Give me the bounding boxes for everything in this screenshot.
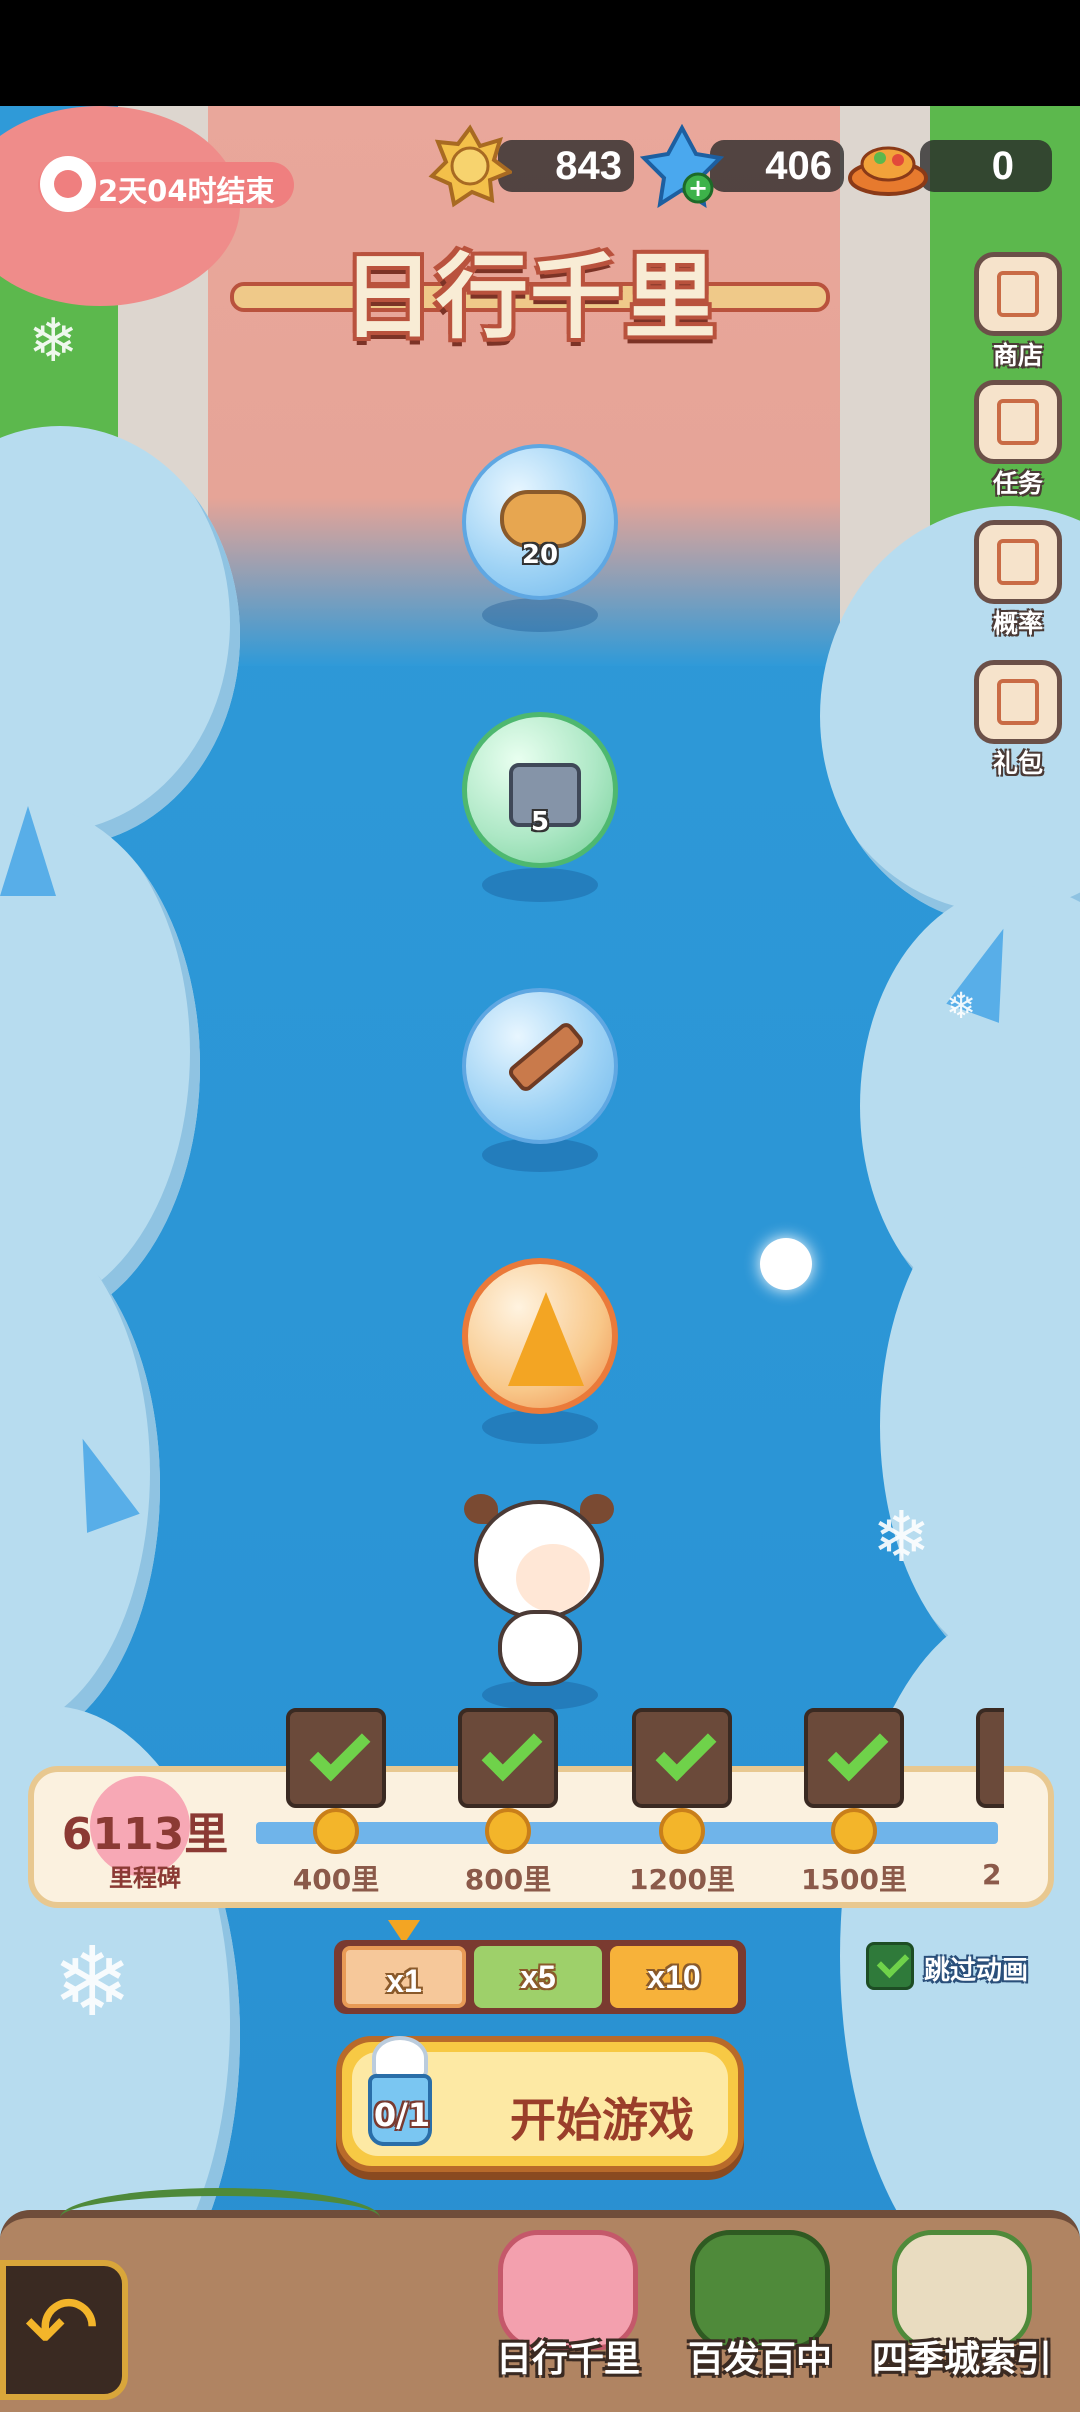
- bubble-shadow: [482, 1410, 598, 1444]
- multiplier-x1[interactable]: x1: [342, 1946, 466, 2008]
- multiplier-x5[interactable]: x5: [474, 1946, 602, 2008]
- currency-value: 843: [555, 144, 622, 188]
- currency-food[interactable]: 0: [920, 140, 1052, 192]
- nav-tab-sijicheng[interactable]: 四季城索引: [872, 2230, 1052, 2400]
- reward-bubble-chest[interactable]: 5: [462, 712, 618, 868]
- status-bar: [0, 0, 1080, 106]
- milestone-node-label: 1500里: [801, 1863, 907, 1896]
- nav-tab-rixingqianli[interactable]: 日行千里: [478, 2230, 658, 2400]
- currency-crystal[interactable]: 406: [710, 140, 844, 192]
- event-title: 日行千里: [341, 244, 718, 351]
- bubble-shadow: [482, 598, 598, 632]
- nav-tab-label: 四季城索引: [871, 2339, 1052, 2380]
- checkmark-icon: [481, 1720, 543, 1782]
- vine-decoration: [60, 2188, 380, 2248]
- milestone-node-label: 400里: [292, 1863, 380, 1896]
- side-menu-shop[interactable]: 商店: [970, 252, 1066, 372]
- ice-crystal: [0, 806, 56, 896]
- gift-pack-icon: [974, 660, 1062, 744]
- multiplier-x10[interactable]: x10: [610, 1946, 738, 2008]
- milestone-reward-400[interactable]: [286, 1708, 386, 1808]
- sheep-face: [516, 1544, 590, 1612]
- event-timer: 2天04时结束: [38, 156, 294, 212]
- task-icon: [974, 380, 1062, 464]
- skip-animation-label: 跳过动画: [924, 1956, 1029, 1986]
- milestone-label: 里程碑: [109, 1864, 181, 1892]
- milestone-node-label: 2: [982, 1858, 1002, 1891]
- side-menu-label: 商店: [992, 341, 1043, 370]
- blue-crystal-add-icon[interactable]: +: [639, 123, 725, 209]
- snowflake-icon: ❄: [52, 1926, 133, 2038]
- checkmark-icon: [309, 1720, 371, 1782]
- side-menu-label: 礼包: [992, 749, 1043, 778]
- side-menu-gift[interactable]: 礼包: [970, 660, 1066, 780]
- sheep-character: [464, 1494, 614, 1700]
- reward-bubble-dagger[interactable]: [462, 988, 618, 1144]
- ticket-count: 0/1: [373, 2096, 431, 2134]
- milestone-reward-next[interactable]: [976, 1708, 1004, 1808]
- skip-animation-toggle[interactable]: 跳过动画: [866, 1942, 1076, 1992]
- start-label: 开始游戏: [510, 2093, 694, 2147]
- milestone-node: [485, 1808, 531, 1854]
- checkmark-icon: [827, 1720, 889, 1782]
- bubble-shadow: [482, 868, 598, 902]
- side-menu-probability[interactable]: 概率: [970, 520, 1066, 640]
- golden-crystal-icon: [508, 1292, 584, 1386]
- side-menu-label: 概率: [992, 609, 1043, 638]
- glow-orb: [760, 1238, 812, 1290]
- milk-cup-ticket-icon: 0/1: [362, 2036, 438, 2146]
- reward-count: 5: [530, 807, 550, 837]
- milestone-node: [831, 1808, 877, 1854]
- checkbox[interactable]: [866, 1942, 914, 1990]
- gold-medal-icon: [428, 124, 515, 208]
- milestone-reward-1200[interactable]: [632, 1708, 732, 1808]
- milestone-node-label: 800里: [464, 1863, 552, 1896]
- snowflake-icon: ❄: [946, 986, 977, 1027]
- nav-tab-label: 百发百中: [687, 2339, 832, 2380]
- multiplier-selector: x1 x5 x10: [334, 1940, 746, 2014]
- food-dish-icon: [846, 124, 930, 208]
- probability-icon: [974, 520, 1062, 604]
- back-button[interactable]: [0, 2260, 128, 2400]
- milestone-reward-800[interactable]: [458, 1708, 558, 1808]
- snowflake-icon: ❄: [28, 306, 79, 376]
- milestone-distance: 6113里: [61, 1809, 229, 1860]
- milestone-track: [256, 1822, 998, 1844]
- side-menu-task[interactable]: 任务: [970, 380, 1066, 500]
- event-title-banner: 日行千里: [230, 238, 830, 358]
- svg-text:+: +: [688, 174, 708, 202]
- milestone-badge: 6113里 里程碑: [60, 1776, 228, 1896]
- currency-value: 406: [765, 144, 832, 188]
- nav-tab-label: 日行千里: [495, 2339, 640, 2380]
- reward-bubble-crystal[interactable]: [462, 1258, 618, 1414]
- checkmark-icon: [655, 1720, 717, 1782]
- snowflake-icon: ❄: [872, 1496, 931, 1578]
- nav-tab-baifabaizhong[interactable]: 百发百中: [670, 2230, 850, 2400]
- currency-gold[interactable]: 843: [498, 140, 634, 192]
- currency-value: 0: [991, 144, 1014, 188]
- timer-text: 2天04时结束: [98, 174, 275, 208]
- alarm-clock-icon: [40, 156, 96, 212]
- milestone-node-label: 1200里: [629, 1863, 735, 1896]
- sheep-body: [498, 1610, 582, 1686]
- milestone-reward-1500[interactable]: [804, 1708, 904, 1808]
- shop-icon: [974, 252, 1062, 336]
- milestone-node: [659, 1808, 705, 1854]
- milestone-node: [313, 1808, 359, 1854]
- sheep-head: [474, 1500, 604, 1620]
- side-menu-label: 任务: [992, 469, 1043, 498]
- reward-count: 20: [521, 540, 559, 570]
- dagger-icon: [505, 1019, 587, 1095]
- reward-bubble-cat-bread[interactable]: 20: [462, 444, 618, 600]
